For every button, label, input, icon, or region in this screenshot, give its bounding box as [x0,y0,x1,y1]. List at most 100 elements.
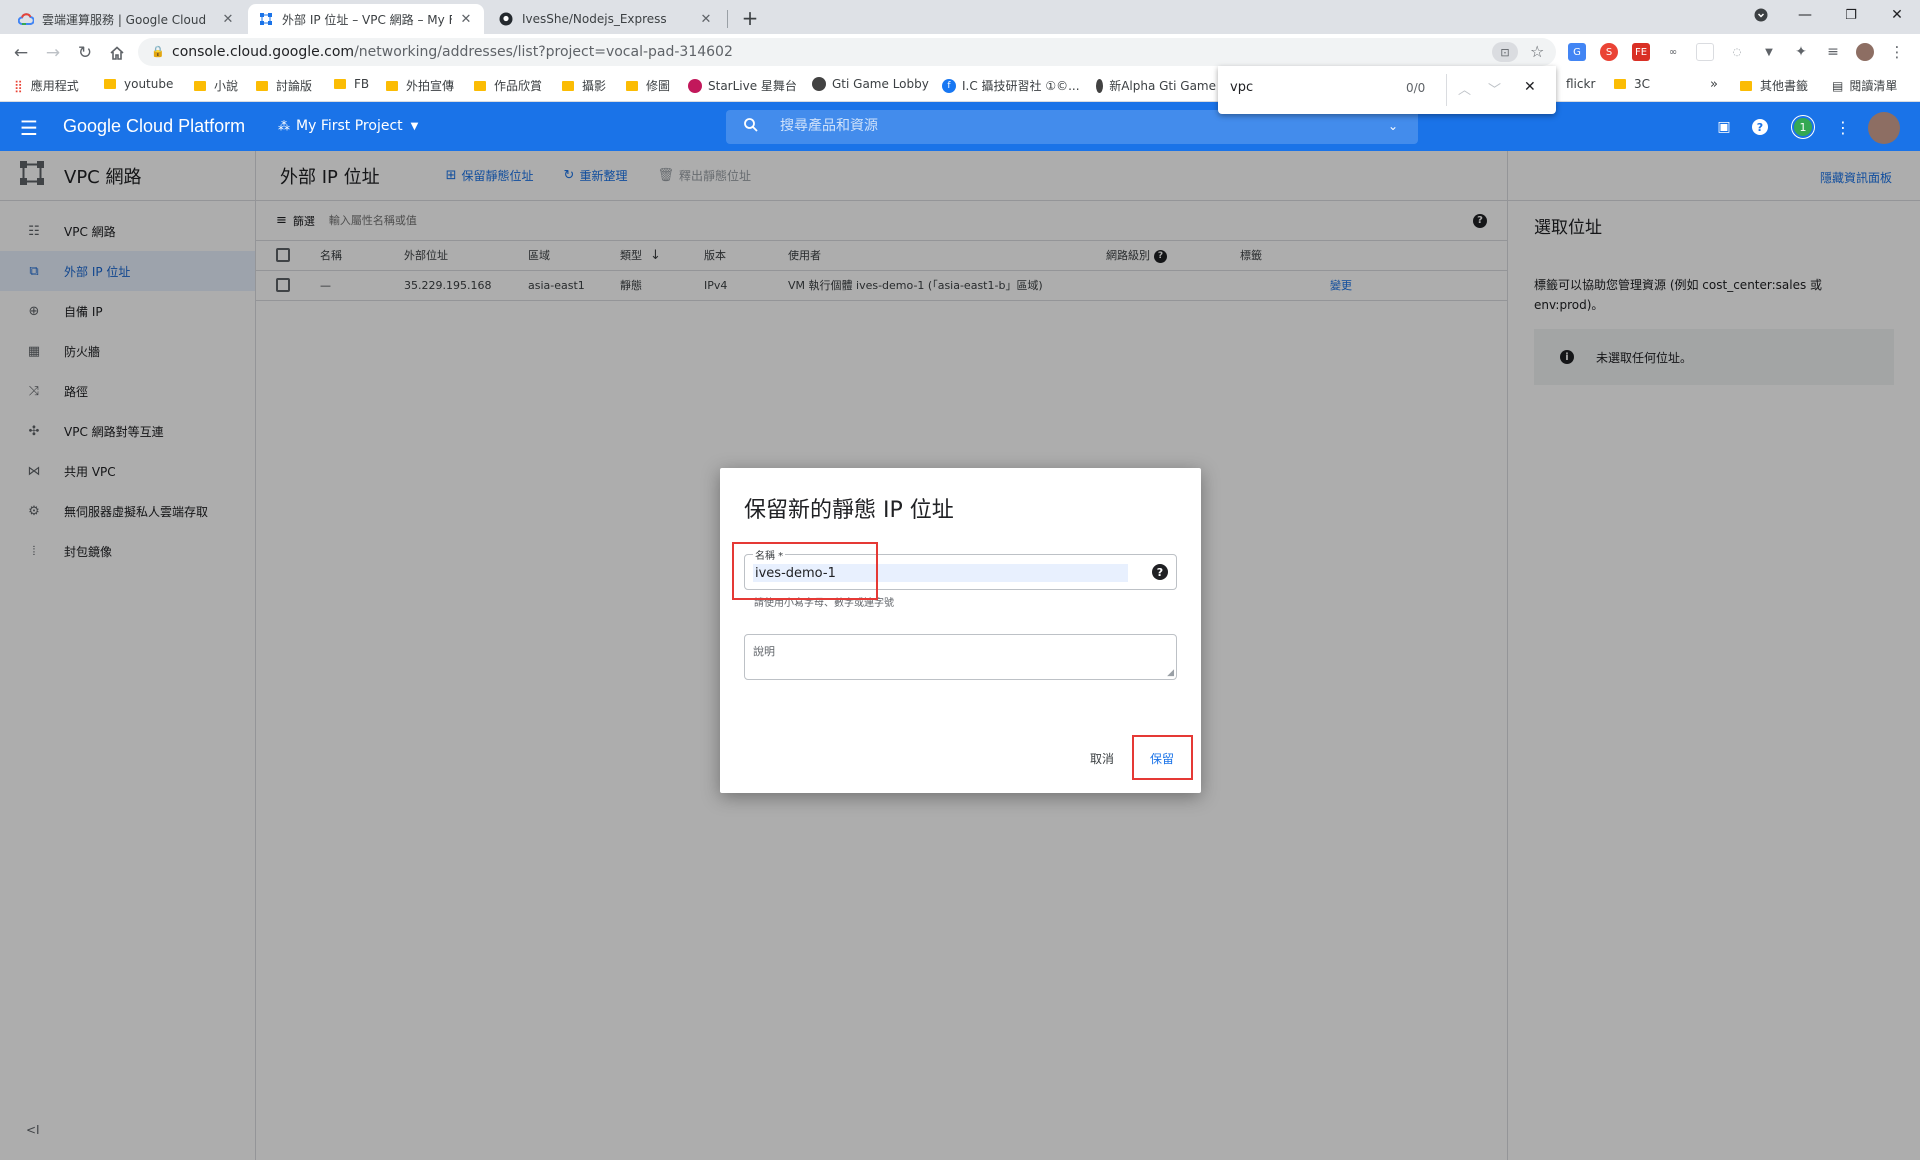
bookmark-apps[interactable]: ⣿ 應用程式 [14,77,79,94]
cancel-button[interactable]: 取消 [1080,746,1124,770]
more-vert-icon[interactable]: ⋮ [1832,116,1854,138]
find-close-icon[interactable]: ✕ [1524,79,1536,95]
folder-icon [474,80,486,91]
new-tab-button[interactable]: + [738,6,762,30]
find-in-page-icon[interactable]: ⊡ [1492,42,1518,62]
browser-menu-icon[interactable]: ⋮ [1888,43,1906,61]
cloud-shell-icon[interactable]: ▣ [1713,116,1735,138]
bookmark-folder[interactable]: FB [334,77,369,91]
search-bar[interactable]: ⌄ [726,110,1418,144]
restore-icon[interactable]: ❐ [1828,0,1874,30]
tab-search-icon[interactable] [1738,0,1784,30]
bookmark-folder[interactable]: 討論版 [256,77,312,94]
help-icon[interactable]: ? [1752,119,1768,135]
bookmark-starlive[interactable]: StarLive 星舞台 [688,77,797,94]
find-next-icon[interactable]: ﹀ [1488,79,1501,98]
browser-tab-strip: 雲端運算服務 | Google Cloud ✕ 外部 IP 位址 – VPC 網… [0,0,1920,34]
lock-icon: 🔒 [151,45,165,58]
github-icon [498,11,514,27]
address-bar[interactable]: 🔒 console.cloud.google.com/networking/ad… [138,38,1556,66]
bookmark-facebook[interactable]: f I.C 攝技研習社 ①©... [942,77,1080,94]
s-extension-icon[interactable]: S [1600,43,1618,61]
window-close-icon[interactable]: ✕ [1874,0,1920,30]
folder-icon [104,79,116,89]
reserve-button[interactable]: 保留 [1140,746,1184,770]
bookmark-folder[interactable]: 外拍宣傳 [386,77,454,94]
resize-handle-icon[interactable]: ◢ [1167,668,1174,678]
forward-icon[interactable]: → [40,40,66,66]
browser-tab-google-cloud[interactable]: 雲端運算服務 | Google Cloud ✕ [8,4,246,34]
hamburger-menu-icon[interactable]: ☰ [20,116,38,140]
name-field[interactable]: 名稱 * ? [744,547,1177,590]
translate-extension-icon[interactable]: G [1568,43,1586,61]
bookmarks-bar: ⣿ 應用程式 youtube 小說 討論版 FB 外拍宣傳 作品欣賞 攝影 修圖 … [0,70,1920,102]
folder-icon [1740,80,1752,91]
folder-icon [562,80,574,91]
bookmark-folder[interactable]: 攝影 [562,77,606,94]
find-bar: 0/0 ︿ ﹀ ✕ [1218,66,1556,114]
folder-icon [334,79,346,89]
account-avatar[interactable] [1868,112,1900,144]
tab-title: IvesShe/Nodejs_Express [522,12,667,26]
bookmark-folder[interactable]: youtube [104,77,173,91]
description-field[interactable]: ◢ [744,634,1177,680]
blank-extension-icon[interactable] [1696,43,1714,61]
url-host: console.cloud.google.com [172,44,355,60]
reload-icon[interactable]: ↻ [72,40,98,66]
bookmark-flickr[interactable]: flickr [1566,77,1595,91]
help-icon[interactable]: ? [1152,564,1168,580]
fe-extension-icon[interactable]: FE [1632,43,1650,61]
name-hint: 請使用小寫字母、數字或連字號 [754,598,894,609]
folder-icon [1614,79,1626,89]
folder-icon [386,80,398,91]
search-expand-icon[interactable]: ⌄ [1388,119,1398,133]
bookmark-gti-alpha[interactable]: 新Alpha Gti Game [1096,77,1216,94]
reading-mode-icon[interactable]: ≡ [1824,43,1842,61]
home-icon[interactable] [104,40,130,66]
tab-separator [727,10,728,28]
browser-tab-github[interactable]: IvesShe/Nodejs_Express ✕ [488,4,724,34]
browser-toolbar: ← → ↻ 🔒 console.cloud.google.com/network… [0,34,1920,70]
tab-title: 外部 IP 位址 – VPC 網路 – My First Project [282,12,452,27]
link-extension-icon[interactable]: ∞ [1664,43,1682,61]
find-previous-icon[interactable]: ︿ [1458,79,1471,98]
description-input[interactable] [753,643,1168,675]
close-tab-icon[interactable]: ✕ [458,12,474,27]
product-logo[interactable]: Google Cloud Platform [63,116,245,137]
vpc-network-icon [258,11,274,27]
google-cloud-icon [18,11,34,27]
close-tab-icon[interactable]: ✕ [220,12,236,27]
folder-icon [256,80,268,91]
name-input[interactable] [753,564,1128,582]
tab-title: 雲端運算服務 | Google Cloud [42,12,207,27]
close-tab-icon[interactable]: ✕ [698,12,714,27]
dialog-title: 保留新的靜態 IP 位址 [744,498,954,523]
bookmark-other[interactable]: 其他書籤 [1740,77,1808,94]
circle-extension-icon[interactable]: ◌ [1728,43,1746,61]
reading-list[interactable]: ▤ 閱讀清單 [1832,77,1897,94]
bookmark-folder[interactable]: 小說 [194,77,238,94]
folder-icon [626,80,638,91]
find-input[interactable] [1230,80,1390,95]
back-icon[interactable]: ← [8,40,34,66]
project-selector[interactable]: ⁂ My First Project ▼ [278,118,418,134]
bookmark-folder[interactable]: 作品欣賞 [474,77,542,94]
bookmark-gti[interactable]: Gti Game Lobby [812,77,929,91]
minimize-icon[interactable]: — [1782,0,1828,30]
bookmark-folder[interactable]: 3C [1614,77,1650,91]
notifications-badge[interactable]: 1 [1792,116,1814,138]
reading-list-icon: ▤ [1832,78,1844,93]
bookmark-folder[interactable]: 修圖 [626,77,670,94]
vue-extension-icon[interactable]: ▼ [1760,43,1778,61]
reserve-ip-dialog: 保留新的靜態 IP 位址 名稱 * ? 請使用小寫字母、數字或連字號 ◢ 取消 … [720,468,1201,793]
browser-tab-external-ip[interactable]: 外部 IP 位址 – VPC 網路 – My First Project ✕ [248,4,484,34]
name-label: 名稱 * [753,547,786,562]
chevron-down-icon: ▼ [410,120,419,132]
search-input[interactable] [780,118,1340,134]
extensions-puzzle-icon[interactable]: ✦ [1792,43,1810,61]
folder-icon [194,80,206,91]
bookmarks-overflow-button[interactable]: » [1710,77,1718,92]
profile-avatar-icon[interactable] [1856,43,1874,61]
bookmark-star-icon[interactable]: ☆ [1530,42,1544,61]
starlive-icon [688,78,702,93]
